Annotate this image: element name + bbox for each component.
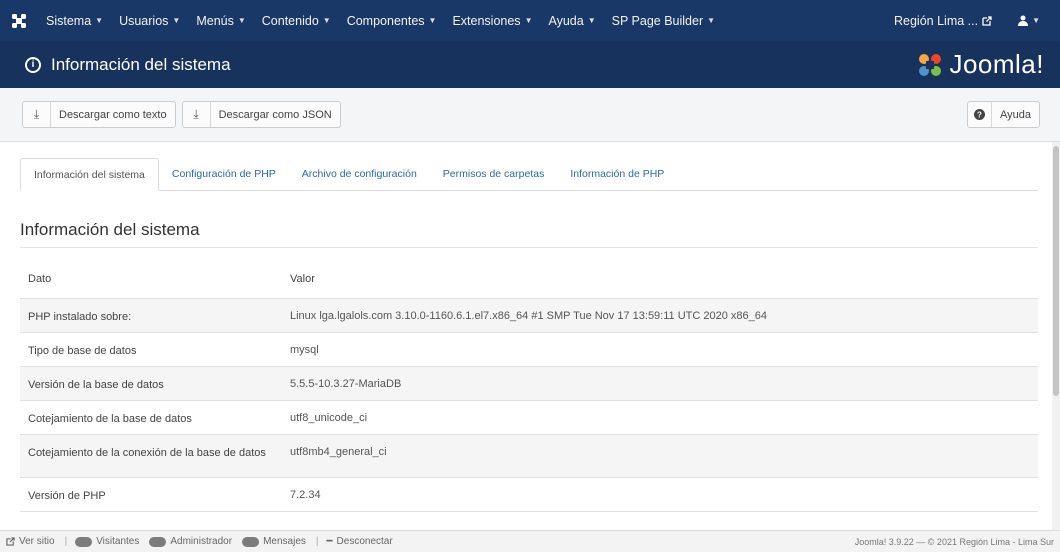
help-button[interactable]: ? Ayuda xyxy=(967,101,1040,128)
row-key: PHP instalado sobre: xyxy=(20,298,282,333)
download-icon: ⤓ xyxy=(183,102,211,127)
row-value: 5.5.5-10.3.27-MariaDB xyxy=(282,366,1038,401)
page-title: Información del sistema xyxy=(51,54,231,74)
tab-php-settings[interactable]: Configuración de PHP xyxy=(159,158,289,190)
caret-down-icon: ▼ xyxy=(237,16,246,25)
caret-down-icon: ▼ xyxy=(524,16,533,25)
page-header: i Información del sistema Joomla! xyxy=(0,41,1060,88)
admin-count-badge xyxy=(149,536,167,547)
tab-php-info[interactable]: Información de PHP xyxy=(557,158,677,190)
menu-usuarios[interactable]: Usuarios ▼ xyxy=(111,14,188,28)
admin-link[interactable]: Administrador xyxy=(149,536,232,547)
svg-text:?: ? xyxy=(977,110,982,119)
menu-sistema[interactable]: Sistema ▼ xyxy=(38,14,111,28)
logout-link[interactable]: ━ Desconectar xyxy=(327,536,393,547)
row-key: Versión de la base de datos xyxy=(20,366,282,401)
row-value: utf8mb4_general_ci xyxy=(282,434,1038,478)
menu-menus[interactable]: Menús ▼ xyxy=(188,14,253,28)
menu-ayuda[interactable]: Ayuda ▼ xyxy=(540,14,603,28)
tab-folder-permissions[interactable]: Permisos de carpetas xyxy=(430,158,558,190)
status-bar: Ver sitio | Visitantes Administrador Men… xyxy=(0,530,1060,552)
scrollbar-thumb[interactable] xyxy=(1053,146,1059,396)
column-header-value: Valor xyxy=(282,262,1038,299)
caret-down-icon: ▼ xyxy=(1032,16,1040,25)
visitors-link[interactable]: Visitantes xyxy=(75,536,139,547)
toolbar: ⤓ Descargar como texto ⤓ Descargar como … xyxy=(0,88,1060,142)
external-link-icon xyxy=(982,15,992,26)
joomla-logo-icon xyxy=(919,53,942,76)
row-key: Cotejamiento de la conexión de la base d… xyxy=(20,434,282,478)
question-circle-icon: ? xyxy=(968,102,992,127)
divider: | xyxy=(315,536,319,547)
table-row: Cotejamiento de la base de datos utf8_un… xyxy=(20,400,1038,435)
caret-down-icon: ▼ xyxy=(428,16,437,25)
user-menu[interactable]: ▼ xyxy=(1010,15,1048,26)
section-title: Información del sistema xyxy=(20,220,200,239)
brand-name: Joomla! xyxy=(949,49,1044,79)
row-key: Versión de PHP xyxy=(20,477,282,512)
info-circle-icon: i xyxy=(25,56,41,73)
download-text-button[interactable]: ⤓ Descargar como texto xyxy=(22,101,176,128)
messages-link[interactable]: Mensajes xyxy=(242,536,306,547)
download-icon: ⤓ xyxy=(23,102,51,127)
system-info-table: Dato Valor PHP instalado sobre: Linux lg… xyxy=(20,262,1038,512)
row-value: Linux lga.lgalols.com 3.10.0-1160.6.1.el… xyxy=(282,298,1038,333)
joomla-logo: Joomla! xyxy=(917,49,1044,80)
caret-down-icon: ▼ xyxy=(322,16,331,25)
divider xyxy=(20,247,1038,248)
external-link-icon xyxy=(6,537,15,546)
joomla-icon[interactable] xyxy=(0,0,38,41)
top-navbar: Sistema ▼ Usuarios ▼ Menús ▼ Contenido ▼ Com… xyxy=(0,0,1060,41)
footer-copyright: Joomla! 3.9.22 — © 2021 Región Lima - Li… xyxy=(854,536,1054,547)
user-icon xyxy=(1018,15,1029,26)
table-row: Cotejamiento de la conexión de la base d… xyxy=(20,434,1038,478)
site-link[interactable]: Región Lima ... xyxy=(886,14,1000,28)
menu-componentes[interactable]: Componentes ▼ xyxy=(339,14,445,28)
caret-down-icon: ▼ xyxy=(707,16,716,25)
page-scrollbar[interactable] xyxy=(1052,142,1060,530)
minus-icon: ━ xyxy=(326,536,333,547)
row-value: mysql xyxy=(282,332,1038,367)
download-json-button[interactable]: ⤓ Descargar como JSON xyxy=(181,101,341,128)
caret-down-icon: ▼ xyxy=(587,16,596,25)
table-row: Versión de PHP 7.2.34 xyxy=(20,477,1038,512)
visitors-count-badge xyxy=(75,536,93,547)
row-key: Tipo de base de datos xyxy=(20,332,282,367)
row-key: Cotejamiento de la base de datos xyxy=(20,400,282,435)
menu-sp-page-builder[interactable]: SP Page Builder ▼ xyxy=(604,14,723,28)
divider: | xyxy=(64,536,68,547)
table-header-row: Dato Valor xyxy=(20,262,1038,299)
caret-down-icon: ▼ xyxy=(95,16,104,25)
menu-extensiones[interactable]: Extensiones ▼ xyxy=(444,14,540,28)
row-value: utf8_unicode_ci xyxy=(282,400,1038,435)
column-header-key: Dato xyxy=(20,262,282,299)
tab-configuration-file[interactable]: Archivo de configuración xyxy=(289,158,430,190)
menu-contenido[interactable]: Contenido ▼ xyxy=(254,14,339,28)
row-value: 7.2.34 xyxy=(282,477,1038,512)
tab-system-info[interactable]: Información del sistema xyxy=(20,158,159,191)
view-site-link[interactable]: Ver sitio xyxy=(6,536,55,547)
tab-bar: Información del sistema Configuración de… xyxy=(20,158,1038,191)
messages-count-badge xyxy=(242,536,260,547)
caret-down-icon: ▼ xyxy=(172,16,181,25)
table-row: PHP instalado sobre: Linux lga.lgalols.c… xyxy=(20,298,1038,333)
table-row: Versión de la base de datos 5.5.5-10.3.2… xyxy=(20,366,1038,401)
table-row: Tipo de base de datos mysql xyxy=(20,332,1038,367)
